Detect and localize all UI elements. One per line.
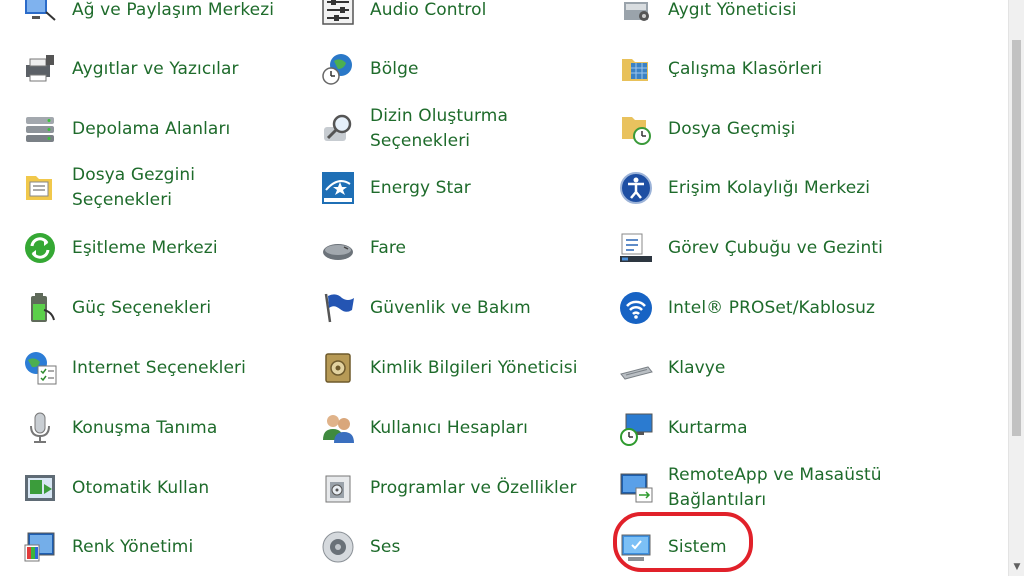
flag-icon: [318, 288, 358, 328]
item-region[interactable]: Bölge: [318, 41, 419, 97]
item-sound[interactable]: Ses: [318, 519, 400, 575]
item-label: Dosya Gezgini Seçenekleri: [72, 165, 196, 210]
item-network-sharing-center[interactable]: Ağ ve Paylaşım Merkezi: [20, 0, 274, 38]
device-manager-icon: [616, 0, 656, 30]
item-mouse[interactable]: Fare: [318, 220, 406, 276]
item-label: Bölge: [370, 58, 419, 79]
item-power-options[interactable]: Güç Seçenekleri: [20, 280, 211, 336]
item-recovery[interactable]: Kurtarma: [616, 400, 748, 456]
item-label: RemoteApp ve Masaüstü Bağlantıları: [668, 465, 882, 510]
item-label: Çalışma Klasörleri: [668, 58, 823, 79]
item-ease-of-access[interactable]: Erişim Kolaylığı Merkezi: [616, 160, 870, 216]
item-label: Internet Seçenekleri: [72, 357, 246, 378]
item-label: Konuşma Tanıma: [72, 417, 218, 438]
recovery-icon: [616, 408, 656, 448]
accessibility-icon: [616, 168, 656, 208]
item-label: Güvenlik ve Bakım: [370, 297, 531, 318]
item-autoplay[interactable]: Otomatik Kullan: [20, 460, 209, 516]
item-audio-control[interactable]: Audio Control: [318, 0, 486, 38]
item-label: Programlar ve Özellikler: [370, 477, 577, 498]
item-label: Energy Star: [370, 177, 471, 198]
wireless-icon: [616, 288, 656, 328]
item-label: Depolama Alanları: [72, 118, 231, 139]
autoplay-icon: [20, 468, 60, 508]
item-work-folders[interactable]: Çalışma Klasörleri: [616, 41, 822, 97]
globe-clock-icon: [318, 49, 358, 89]
scrollbar-thumb[interactable]: [1012, 40, 1021, 436]
item-label: Ağ ve Paylaşım Merkezi: [72, 0, 275, 20]
item-keyboard[interactable]: Klavye: [616, 340, 725, 396]
magnifier-icon: [318, 109, 358, 149]
file-history-icon: [616, 109, 656, 149]
item-remoteapp-desktop[interactable]: RemoteApp ve Masaüstü Bağlantıları: [616, 460, 888, 516]
item-device-manager[interactable]: Aygıt Yöneticisi: [616, 0, 797, 38]
remote-desktop-icon: [616, 468, 656, 508]
item-security-maintenance[interactable]: Güvenlik ve Bakım: [318, 280, 531, 336]
scroll-down-arrow-icon[interactable]: ▼: [1009, 559, 1024, 576]
item-storage-spaces[interactable]: Depolama Alanları: [20, 101, 230, 157]
storage-icon: [20, 109, 60, 149]
microphone-icon: [20, 408, 60, 448]
audio-mixer-icon: [318, 0, 358, 30]
users-icon: [318, 408, 358, 448]
item-energy-star[interactable]: Energy Star: [318, 160, 471, 216]
item-label: Kurtarma: [668, 417, 748, 438]
item-label: Sistem: [668, 536, 727, 557]
sync-icon: [20, 228, 60, 268]
item-label: Dosya Geçmişi: [668, 118, 796, 139]
item-color-management[interactable]: Renk Yönetimi: [20, 519, 193, 575]
item-credential-manager[interactable]: Kimlik Bilgileri Yöneticisi: [318, 340, 578, 396]
color-management-icon: [20, 527, 60, 567]
item-label: Fare: [370, 237, 407, 258]
item-internet-options[interactable]: Internet Seçenekleri: [20, 340, 246, 396]
vertical-scrollbar[interactable]: ▼: [1008, 0, 1024, 576]
item-label: Otomatik Kullan: [72, 477, 210, 498]
item-label: Erişim Kolaylığı Merkezi: [668, 177, 871, 198]
vault-icon: [318, 348, 358, 388]
battery-icon: [20, 288, 60, 328]
item-sync-center[interactable]: Eşitleme Merkezi: [20, 220, 218, 276]
folder-options-icon: [20, 168, 60, 208]
energy-star-icon: [318, 168, 358, 208]
item-devices-printers[interactable]: Aygıtlar ve Yazıcılar: [20, 41, 239, 97]
item-file-explorer-options[interactable]: Dosya Gezgini Seçenekleri: [20, 160, 292, 216]
taskbar-icon: [616, 228, 656, 268]
work-folders-icon: [616, 49, 656, 89]
network-icon: [20, 0, 60, 30]
printer-icon: [20, 49, 60, 89]
item-system[interactable]: Sistem: [616, 519, 727, 575]
item-label: Görev Çubuğu ve Gezinti: [668, 237, 883, 258]
item-label: Aygıt Yöneticisi: [668, 0, 797, 20]
programs-icon: [318, 468, 358, 508]
item-label: Audio Control: [370, 0, 487, 20]
item-label: Intel® PROSet/Kablosuz: [668, 297, 876, 318]
item-file-history[interactable]: Dosya Geçmişi: [616, 101, 795, 157]
item-programs-features[interactable]: Programlar ve Özellikler: [318, 460, 577, 516]
item-label: Dizin Oluşturma Seçenekleri: [370, 106, 508, 151]
computer-icon: [616, 527, 656, 567]
control-panel-grid: Ağ ve Paylaşım Merkezi Audio Control Ayg…: [0, 0, 1008, 576]
item-label: Kullanıcı Hesapları: [370, 417, 528, 438]
internet-options-icon: [20, 348, 60, 388]
item-intel-proset-wireless[interactable]: Intel® PROSet/Kablosuz: [616, 280, 875, 336]
item-speech-recognition[interactable]: Konuşma Tanıma: [20, 400, 217, 456]
item-label: Renk Yönetimi: [72, 536, 194, 557]
mouse-icon: [318, 228, 358, 268]
item-label: Ses: [370, 536, 401, 557]
item-label: Aygıtlar ve Yazıcılar: [72, 58, 239, 79]
speaker-icon: [318, 527, 358, 567]
item-indexing-options[interactable]: Dizin Oluşturma Seçenekleri: [318, 101, 590, 157]
item-label: Klavye: [668, 357, 726, 378]
item-taskbar-navigation[interactable]: Görev Çubuğu ve Gezinti: [616, 220, 883, 276]
item-label: Eşitleme Merkezi: [72, 237, 218, 258]
keyboard-icon: [616, 348, 656, 388]
item-label: Kimlik Bilgileri Yöneticisi: [370, 357, 578, 378]
item-user-accounts[interactable]: Kullanıcı Hesapları: [318, 400, 528, 456]
item-label: Güç Seçenekleri: [72, 297, 212, 318]
